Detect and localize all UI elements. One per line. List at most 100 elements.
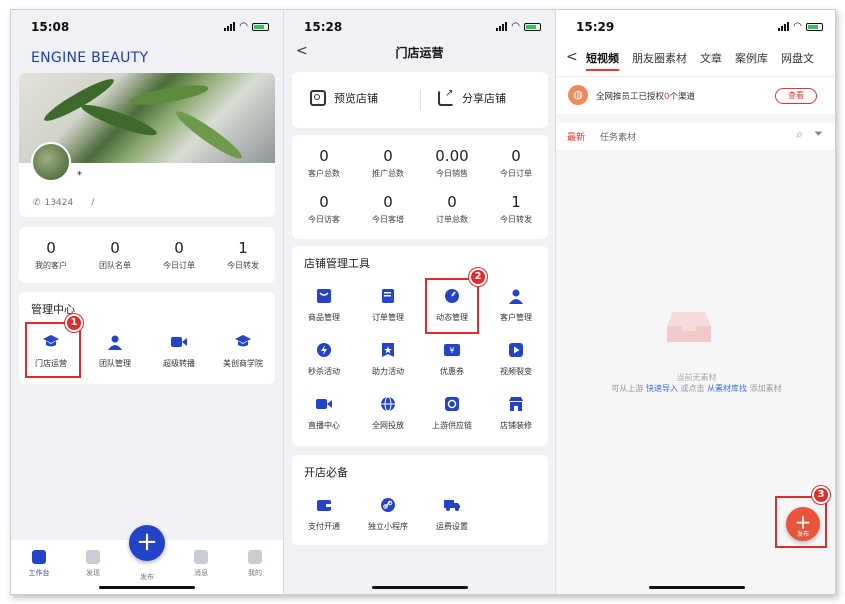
quick-import-link[interactable]: 快速导入: [646, 384, 678, 393]
tool-item[interactable]: 订单管理: [356, 286, 420, 323]
empty-hint: 可从上游 快速导入 或点击 从素材库找 添加素材: [556, 383, 835, 394]
stat-value: 1: [511, 193, 521, 211]
stat-label: 团队名单: [99, 261, 131, 270]
menu-item-label: 视频裂变: [500, 367, 532, 376]
find-in-library-link[interactable]: 从素材库找: [707, 384, 747, 393]
stat-item[interactable]: 0 今日访客: [292, 193, 356, 225]
stat-value: 0: [447, 193, 457, 211]
stat-item[interactable]: 0 客户总数: [292, 147, 356, 179]
tool-item[interactable]: 全网投放: [356, 394, 420, 431]
stat-item[interactable]: 1 今日转发: [211, 239, 275, 271]
tab-2[interactable]: 文章: [700, 50, 722, 71]
share-icon: ↗: [438, 88, 454, 106]
tab-1[interactable]: 朋友圈素材: [632, 50, 687, 71]
menu-item-label: 客户管理: [500, 313, 532, 322]
status-icons: ◠: [778, 22, 823, 32]
view-button[interactable]: 查看: [775, 88, 817, 104]
avatar[interactable]: [31, 142, 71, 182]
stat-label: 我的客户: [35, 261, 67, 270]
menu-item[interactable]: 美创商学院: [211, 332, 275, 369]
empty-hint-2: 或点击: [680, 384, 705, 393]
battery-icon: [252, 22, 269, 31]
filter-icon[interactable]: ⏷: [814, 127, 823, 141]
link-icon: [378, 495, 398, 515]
tab-3[interactable]: 案例库: [735, 50, 768, 71]
stat-item[interactable]: 0 订单总数: [420, 193, 484, 225]
preview-icon: [310, 90, 326, 106]
stat-label: 订单总数: [436, 215, 468, 224]
tool-item[interactable]: 助力活动: [356, 340, 420, 377]
stat-value: 1: [238, 239, 248, 257]
menu-item[interactable]: 团队管理: [83, 332, 147, 369]
tool-item[interactable]: 店铺装修: [484, 394, 548, 431]
tool-item[interactable]: 商品管理: [292, 286, 356, 323]
stat-value: 0: [383, 147, 393, 165]
live-stream-icon: [314, 394, 334, 414]
open-store-item[interactable]: 支付开通: [292, 495, 356, 532]
open-store-item[interactable]: 独立小程序: [356, 495, 420, 532]
signal-icon: [778, 22, 790, 31]
share-store-button[interactable]: ↗ 分享店铺: [438, 88, 506, 106]
globe-icon: [378, 394, 398, 414]
stat-item[interactable]: 0 团队名单: [83, 239, 147, 271]
phone-row: ✆ 13424 /: [33, 198, 94, 208]
shopping-bag-icon: [314, 286, 334, 306]
person-icon: [506, 286, 526, 306]
stat-value: 0.00: [435, 147, 469, 165]
status-time: 15:28: [304, 20, 343, 34]
step-badge: 2: [469, 268, 487, 286]
tab-4[interactable]: 网盘文: [781, 50, 814, 71]
authorization-text: 全网推员工已授权0个渠道: [596, 90, 695, 102]
wallet-icon: [314, 495, 334, 515]
tool-item[interactable]: 上游供应链: [420, 394, 484, 431]
stat-item[interactable]: 0 今日订单: [484, 147, 548, 179]
search-icon[interactable]: ⌕: [796, 127, 803, 142]
tab-latest[interactable]: 最新: [567, 130, 585, 143]
stat-label: 今日转发: [227, 261, 259, 270]
tab-3[interactable]: 消息: [181, 550, 221, 578]
empty-title: 当前无素材: [676, 373, 717, 382]
tools-title: 店铺管理工具: [304, 257, 370, 270]
back-button[interactable]: <: [566, 49, 578, 65]
tab-0[interactable]: 工作台: [19, 550, 59, 578]
tab-2[interactable]: 发布: [127, 568, 167, 582]
tab-4[interactable]: 我的: [235, 550, 275, 578]
tab-0[interactable]: 短视频: [586, 50, 619, 71]
store-tools-card: 店铺管理工具 商品管理 订单管理 动态管理 客户管理 秒杀活动 助力活动 ¥ 优惠券 视频裂变直…: [292, 246, 548, 446]
tool-item[interactable]: ¥ 优惠券: [420, 340, 484, 377]
menu-item[interactable]: 超级转播: [147, 332, 211, 369]
stat-item[interactable]: 1 今日转发: [484, 193, 548, 225]
signal-icon: [496, 22, 508, 31]
stat-item[interactable]: 0.00 今日销售: [420, 147, 484, 179]
stat-item[interactable]: 0 我的客户: [19, 239, 83, 271]
publish-fab-button[interactable]: +: [129, 525, 165, 561]
stat-item[interactable]: 0 今日客增: [356, 193, 420, 225]
supply-chain-icon: [442, 394, 462, 414]
stat-item[interactable]: 0 今日订单: [147, 239, 211, 271]
open-store-item[interactable]: 运费设置: [420, 495, 484, 532]
menu-item-label: 直播中心: [308, 421, 340, 430]
status-time: 15:08: [31, 20, 70, 34]
stat-item[interactable]: 0 推广总数: [356, 147, 420, 179]
tab-task-material[interactable]: 任务素材: [600, 130, 636, 143]
tab-1[interactable]: 发现: [73, 550, 113, 578]
battery-icon: [806, 22, 823, 31]
tool-item[interactable]: 视频裂变: [484, 340, 548, 377]
preview-store-button[interactable]: 预览店铺: [310, 90, 378, 106]
tool-item[interactable]: 客户管理: [484, 286, 548, 323]
tool-item[interactable]: 秒杀活动: [292, 340, 356, 377]
phone-icon: ✆: [33, 198, 41, 208]
divider: [556, 76, 835, 77]
stat-label: 推广总数: [372, 169, 404, 178]
stat-value: 0: [174, 239, 184, 257]
auth-suffix: 个渠道: [669, 92, 695, 102]
highlight-box: [425, 278, 479, 334]
status-time: 15:29: [576, 20, 615, 34]
tool-item[interactable]: 直播中心: [292, 394, 356, 431]
menu-item-label: 优惠券: [440, 367, 464, 376]
coupon-icon: ¥: [442, 340, 462, 360]
stat-label: 今日客增: [372, 215, 404, 224]
video-camera-icon: [169, 332, 189, 352]
menu-item-label: 全网投放: [372, 421, 404, 430]
stat-label: 今日订单: [500, 169, 532, 178]
